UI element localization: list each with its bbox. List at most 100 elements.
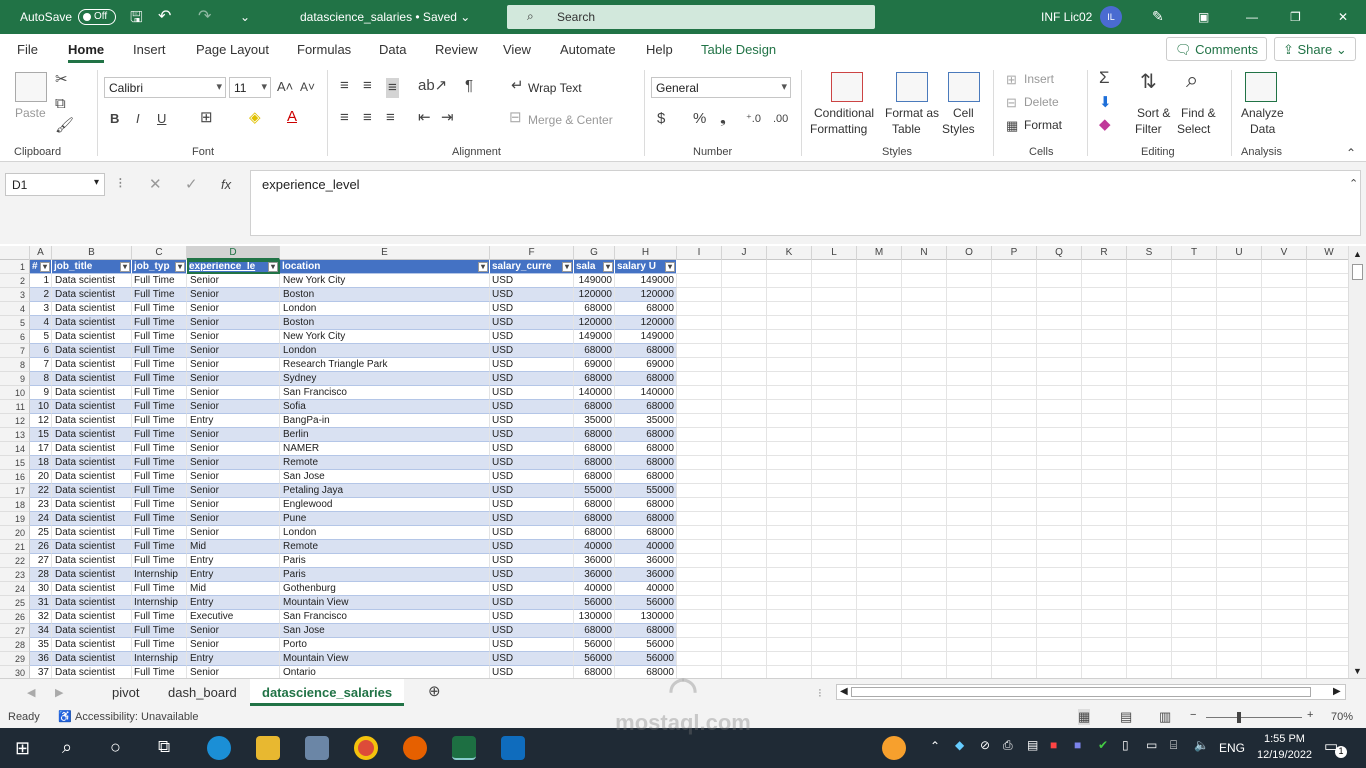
empty-cell[interactable] (1172, 260, 1217, 274)
empty-cell[interactable] (1127, 540, 1172, 554)
empty-cell[interactable] (1082, 358, 1127, 372)
empty-cell[interactable] (767, 540, 812, 554)
empty-cell[interactable] (812, 596, 857, 610)
table-header-cell[interactable]: experience_le ▾ (187, 260, 280, 274)
table-cell[interactable]: 120000 (574, 288, 615, 302)
empty-cell[interactable] (902, 526, 947, 540)
comma-icon[interactable]: ❟ (720, 111, 726, 127)
empty-cell[interactable] (722, 358, 767, 372)
column-header[interactable]: Q (1037, 246, 1082, 260)
table-cell[interactable]: Full Time (132, 484, 187, 498)
empty-cell[interactable] (1037, 638, 1082, 652)
avatar[interactable]: IL (1100, 6, 1122, 28)
table-cell[interactable]: Senior (187, 638, 280, 652)
empty-cell[interactable] (1037, 358, 1082, 372)
empty-cell[interactable] (1082, 568, 1127, 582)
table-cell[interactable]: USD (490, 414, 574, 428)
analyze-data-icon[interactable] (1245, 72, 1277, 102)
table-cell[interactable]: 56000 (615, 596, 677, 610)
increase-font-icon[interactable]: A˄ (277, 79, 293, 95)
scroll-thumb[interactable] (1352, 264, 1363, 280)
empty-cell[interactable] (722, 414, 767, 428)
table-cell[interactable]: Pune (280, 512, 490, 526)
table-cell[interactable]: Senior (187, 624, 280, 638)
table-cell[interactable]: 15 (30, 428, 52, 442)
table-cell[interactable]: 69000 (615, 358, 677, 372)
table-cell[interactable]: Data scientist (52, 652, 132, 666)
empty-cell[interactable] (902, 344, 947, 358)
table-cell[interactable]: USD (490, 344, 574, 358)
row-header[interactable]: 18 (0, 498, 30, 512)
table-cell[interactable]: Internship (132, 568, 187, 582)
filter-dropdown-icon[interactable]: ▾ (603, 262, 613, 272)
empty-cell[interactable] (857, 512, 902, 526)
row-header[interactable]: 13 (0, 428, 30, 442)
empty-cell[interactable] (1172, 624, 1217, 638)
firefox-icon[interactable] (403, 736, 427, 760)
autosave-toggle[interactable]: Off (78, 9, 116, 25)
table-cell[interactable]: 4 (30, 316, 52, 330)
empty-cell[interactable] (902, 638, 947, 652)
row-header[interactable]: 7 (0, 344, 30, 358)
filter-dropdown-icon[interactable]: ▾ (562, 262, 572, 272)
empty-cell[interactable] (857, 414, 902, 428)
empty-cell[interactable] (1037, 442, 1082, 456)
user-name[interactable]: INF Lic02 (1041, 10, 1092, 24)
table-cell[interactable]: 56000 (615, 652, 677, 666)
table-cell[interactable]: San Jose (280, 624, 490, 638)
empty-cell[interactable] (812, 316, 857, 330)
table-cell[interactable]: 40000 (574, 540, 615, 554)
empty-cell[interactable] (857, 624, 902, 638)
empty-cell[interactable] (767, 610, 812, 624)
table-cell[interactable]: London (280, 344, 490, 358)
empty-cell[interactable] (992, 512, 1037, 526)
enter-icon[interactable]: ✓ (185, 177, 198, 193)
table-cell[interactable]: 140000 (574, 386, 615, 400)
empty-cell[interactable] (722, 372, 767, 386)
table-cell[interactable]: USD (490, 330, 574, 344)
empty-cell[interactable] (677, 358, 722, 372)
table-cell[interactable]: 6 (30, 344, 52, 358)
row-header[interactable]: 9 (0, 372, 30, 386)
row-header[interactable]: 20 (0, 526, 30, 540)
table-cell[interactable]: USD (490, 512, 574, 526)
page-layout-view-icon[interactable]: ▤ (1120, 709, 1132, 725)
table-cell[interactable]: 120000 (615, 316, 677, 330)
empty-cell[interactable] (1262, 652, 1307, 666)
table-cell[interactable]: USD (490, 540, 574, 554)
table-cell[interactable]: 68000 (574, 498, 615, 512)
empty-cell[interactable] (902, 288, 947, 302)
table-cell[interactable]: 36000 (615, 554, 677, 568)
empty-cell[interactable] (677, 288, 722, 302)
table-cell[interactable]: Full Time (132, 666, 187, 678)
table-cell[interactable]: 40000 (615, 582, 677, 596)
table-cell[interactable]: Data scientist (52, 596, 132, 610)
empty-cell[interactable] (1262, 358, 1307, 372)
table-cell[interactable]: Senior (187, 400, 280, 414)
empty-cell[interactable] (902, 582, 947, 596)
empty-cell[interactable] (857, 638, 902, 652)
filter-dropdown-icon[interactable]: ▾ (120, 262, 130, 272)
empty-cell[interactable] (857, 316, 902, 330)
empty-cell[interactable] (1217, 456, 1262, 470)
outlook-icon[interactable] (501, 736, 525, 760)
empty-cell[interactable] (902, 442, 947, 456)
format-label[interactable]: Format (1024, 118, 1062, 132)
empty-cell[interactable] (1307, 652, 1348, 666)
delete-label[interactable]: Delete (1024, 95, 1059, 109)
empty-cell[interactable] (947, 428, 992, 442)
insert-function-icon[interactable]: fx (221, 177, 231, 193)
increase-indent-icon[interactable]: ⇥ (441, 110, 454, 126)
table-cell[interactable]: USD (490, 638, 574, 652)
table-cell[interactable]: 68000 (574, 372, 615, 386)
paste-label[interactable]: Paste (15, 106, 46, 120)
empty-cell[interactable] (767, 372, 812, 386)
empty-cell[interactable] (1037, 400, 1082, 414)
table-cell[interactable]: Full Time (132, 512, 187, 526)
column-header[interactable]: W (1307, 246, 1348, 260)
empty-cell[interactable] (1172, 498, 1217, 512)
empty-cell[interactable] (1172, 442, 1217, 456)
customize-qat-icon[interactable]: ⌄ (240, 10, 250, 24)
table-cell[interactable]: 35 (30, 638, 52, 652)
empty-cell[interactable] (1217, 470, 1262, 484)
